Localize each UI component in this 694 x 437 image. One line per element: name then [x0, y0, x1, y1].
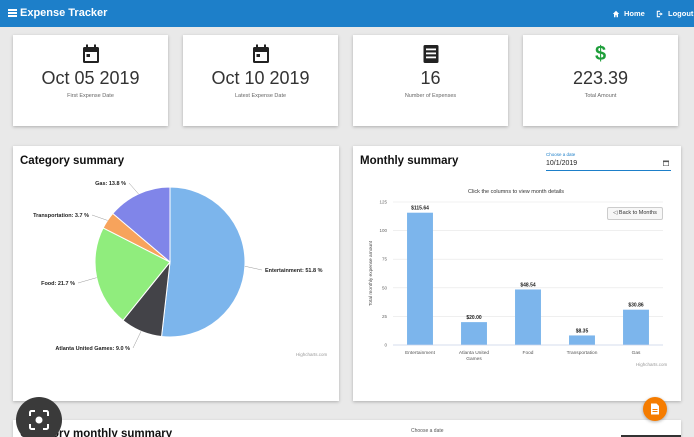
- lens-button[interactable]: [16, 397, 62, 437]
- document-icon: [651, 403, 659, 415]
- bar-chart-subtitle: Click the columns to view month details: [468, 189, 564, 195]
- calendar-icon: [252, 44, 269, 63]
- bar-value-label: $30.86: [628, 303, 644, 309]
- app-title: Expense Tracker: [20, 7, 108, 19]
- y-tick-label: 100: [379, 228, 387, 233]
- x-tick-label: Food: [523, 350, 534, 356]
- bottom-date-label: Choose a date: [411, 428, 444, 434]
- stat-label: Number of Expenses: [404, 93, 457, 99]
- bar-credits: Highcharts.com: [636, 362, 668, 367]
- y-tick-label: 25: [382, 314, 388, 319]
- lens-icon: [29, 410, 49, 430]
- stat-label: Latest Expense Date: [234, 93, 287, 99]
- x-tick-label: Entertainment: [405, 350, 436, 356]
- monthly-summary-title: Monthly summary: [360, 155, 459, 167]
- category-pie-chart: Entertainment: 51.8 % Atlanta United Game…: [33, 181, 323, 352]
- dollar-icon: $: [594, 43, 607, 65]
- x-tick-label: Gas: [632, 350, 641, 356]
- stat-card-latest-date: Oct 10 2019 Latest Expense Date: [183, 35, 338, 126]
- app-bar: Expense Tracker Home Logout: [0, 0, 694, 27]
- y-tick-label: 0: [384, 343, 387, 348]
- stat-value: Oct 05 2019: [41, 68, 140, 88]
- stat-label: First Expense Date: [67, 93, 114, 99]
- pie-connector: [132, 331, 142, 349]
- bar-value-label: $8.35: [576, 328, 589, 334]
- date-picker-label: Choose a date: [546, 152, 576, 157]
- stat-card-count: 16 Number of Expenses: [353, 35, 508, 126]
- bar-value-label: $48.54: [520, 282, 536, 288]
- home-icon: [612, 10, 620, 17]
- pie-label: Entertainment: 51.8 %: [265, 268, 323, 274]
- pie-label: Atlanta United Games: 9.0 %: [55, 346, 130, 352]
- bar-value-label: $115.64: [411, 206, 429, 212]
- pie-credits: Highcharts.com: [296, 352, 328, 357]
- nav-logout-label: Logout: [668, 9, 694, 18]
- pie-connector: [77, 277, 97, 284]
- bar-value-label: $20.00: [466, 315, 482, 321]
- stat-card-total: $ 223.39 Total Amount: [523, 35, 678, 126]
- pie-connector: [244, 265, 263, 271]
- menu-icon[interactable]: [8, 9, 17, 17]
- stat-value: 223.39: [572, 68, 629, 88]
- x-tick-label: Atlanta United: [459, 350, 489, 356]
- y-tick-label: 75: [382, 257, 388, 262]
- bar-gas[interactable]: [623, 309, 649, 345]
- nav-logout-link[interactable]: Logout: [656, 9, 693, 18]
- pie-connector: [91, 214, 108, 221]
- bar-entertainment[interactable]: [407, 212, 433, 345]
- report-fab-button[interactable]: [643, 397, 667, 421]
- nav-home-label: Home: [624, 9, 645, 18]
- bar-atlanta-united-games[interactable]: [461, 322, 487, 345]
- stat-card-first-date: Oct 05 2019 First Expense Date: [13, 35, 168, 126]
- stat-value: Oct 10 2019: [211, 68, 310, 88]
- category-summary-title: Category summary: [20, 155, 125, 167]
- x-tick-label: Transportation: [567, 350, 598, 356]
- pie-label: Transportation: 3.7 %: [33, 213, 89, 219]
- stat-value: 16: [420, 68, 441, 88]
- y-tick-label: 50: [382, 285, 388, 290]
- pie-label: Food: 21.7 %: [41, 281, 75, 287]
- back-to-months-button[interactable]: ◁ Back to Months: [607, 207, 663, 220]
- pie-slice-entertainment[interactable]: [160, 186, 246, 338]
- stat-label: Total Amount: [584, 93, 617, 99]
- bar-transportation[interactable]: [569, 335, 595, 345]
- calendar-icon[interactable]: [663, 160, 669, 166]
- date-picker[interactable]: Choose a date 10/1/2019: [546, 152, 671, 171]
- pie-label: Gas: 13.8 %: [95, 181, 126, 187]
- list-icon: [423, 45, 438, 63]
- y-axis-title: Total monthly expense amount: [368, 240, 374, 306]
- calendar-icon: [82, 44, 99, 63]
- pie-connector: [128, 182, 139, 195]
- y-tick-label: 125: [379, 200, 387, 205]
- bar-food[interactable]: [515, 289, 541, 345]
- logout-icon: [656, 10, 663, 17]
- nav-home-link[interactable]: Home: [612, 9, 645, 18]
- x-tick-label: Games: [466, 356, 482, 362]
- date-picker-value[interactable]: 10/1/2019: [546, 160, 577, 167]
